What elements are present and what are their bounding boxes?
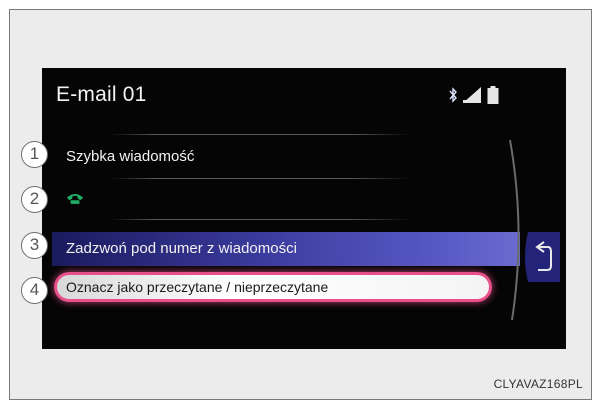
separator — [110, 134, 410, 135]
separator — [110, 219, 410, 220]
callout-2: 2 — [21, 186, 48, 213]
menu-item-call[interactable] — [60, 186, 420, 214]
callout-4: 4 — [21, 277, 48, 304]
scroll-indicator[interactable] — [496, 140, 536, 320]
separator — [110, 178, 410, 179]
callout-1: 1 — [21, 141, 48, 168]
menu-item-call-number-from-message[interactable]: Zadzwoń pod numer z wiadomości — [66, 240, 297, 257]
battery-icon — [487, 86, 499, 104]
screen-title: E-mail 01 — [56, 83, 147, 106]
bluetooth-icon — [449, 87, 457, 103]
back-arrow-icon[interactable] — [520, 232, 560, 282]
callout-3: 3 — [21, 232, 48, 259]
phone-icon — [66, 194, 84, 204]
status-bar — [449, 86, 519, 106]
signal-icon — [463, 87, 481, 103]
menu-item-mark-read-unread-label: Oznacz jako przeczytane / nieprzeczytane — [66, 279, 329, 295]
figure-caption: CLYAVAZ168PL — [493, 377, 583, 391]
menu-item-quick-message[interactable]: Szybka wiadomość — [66, 148, 194, 165]
